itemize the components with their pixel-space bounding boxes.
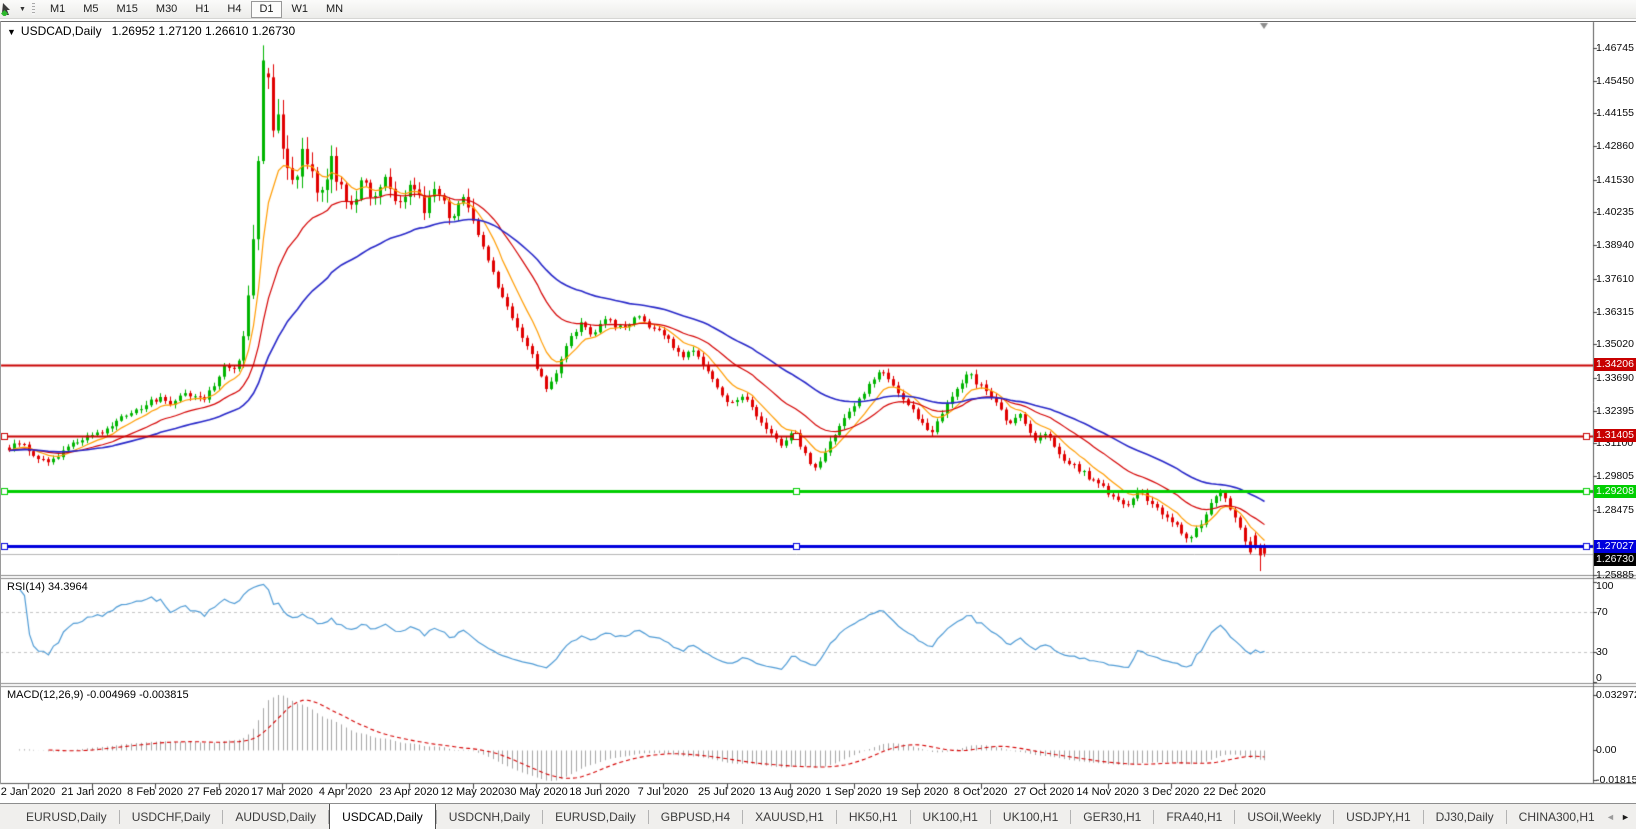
timeframe-button-m1[interactable]: M1 [42, 1, 73, 18]
rsi-indicator-label: RSI(14) 34.3964 [7, 581, 88, 593]
symbol-tab-eurusd-daily[interactable]: EURUSD,Daily [543, 804, 648, 829]
timeframe-button-m5[interactable]: M5 [75, 1, 106, 18]
price-chart-canvas[interactable] [0, 0, 1636, 829]
date-axis-label: 1 Sep 2020 [825, 786, 881, 798]
date-axis-label: 19 Sep 2020 [886, 786, 948, 798]
rsi-axis-label: 30 [1596, 646, 1608, 658]
date-axis-label: 8 Feb 2020 [127, 786, 183, 798]
macd-axis-label: -0.018154 [1596, 774, 1636, 786]
symbol-tab-usdcad-daily[interactable]: USDCAD,Daily [329, 803, 436, 829]
symbol-tab-audusd-daily[interactable]: AUDUSD,Daily [223, 804, 328, 829]
macd-indicator-label: MACD(12,26,9) -0.004969 -0.003815 [7, 689, 189, 701]
chart-symbol-period: USDCAD,Daily [21, 24, 102, 38]
date-axis-label: 12 May 2020 [441, 786, 505, 798]
price-badge: 1.27027 [1594, 540, 1636, 553]
price-axis-label: 1.36315 [1596, 306, 1634, 318]
toolbar-grip [32, 3, 35, 15]
timeframe-button-w1[interactable]: W1 [284, 1, 317, 18]
symbol-tab-uk100-h1[interactable]: UK100,H1 [991, 804, 1070, 829]
rsi-axis-label: 0 [1596, 672, 1602, 684]
date-axis-label: 21 Jan 2020 [61, 786, 122, 798]
date-axis-label: 8 Oct 2020 [954, 786, 1008, 798]
date-axis-label: 27 Feb 2020 [188, 786, 250, 798]
price-axis-label: 1.29805 [1596, 470, 1634, 482]
symbol-tab-dj30-daily[interactable]: DJ30,Daily [1424, 804, 1506, 829]
rsi-axis-label: 70 [1596, 606, 1608, 618]
chart-title: ▼ USDCAD,Daily 1.26952 1.27120 1.26610 1.2… [7, 24, 295, 38]
tab-scroll-left-icon[interactable]: ◄ [1606, 812, 1615, 822]
symbol-tab-uk100-h1[interactable]: UK100,H1 [911, 804, 990, 829]
chart-window-left-border [0, 21, 1, 784]
symbol-tab-bar: EURUSD,DailyUSDCHF,DailyAUDUSD,DailyUSDC… [0, 803, 1636, 829]
chart-cursor-icon[interactable] [1, 2, 17, 16]
date-axis-label: 13 Aug 2020 [759, 786, 821, 798]
price-axis-label: 1.28475 [1596, 504, 1634, 516]
date-axis-label: 17 Mar 2020 [251, 786, 313, 798]
price-axis-label: 1.41530 [1596, 174, 1634, 186]
symbol-tab-usoil-weekly[interactable]: USOil,Weekly [1235, 804, 1333, 829]
symbol-tab-eurusd-daily[interactable]: EURUSD,Daily [14, 804, 119, 829]
timeframe-button-d1[interactable]: D1 [251, 1, 281, 18]
timeframe-button-m15[interactable]: M15 [109, 1, 146, 18]
symbol-tab-usdchf-daily[interactable]: USDCHF,Daily [120, 804, 223, 829]
date-axis-label: 22 Dec 2020 [1203, 786, 1265, 798]
date-axis-label: 3 Dec 2020 [1143, 786, 1199, 798]
symbol-tab-gbpusd-h4[interactable]: GBPUSD,H4 [649, 804, 742, 829]
date-axis-label: 7 Jul 2020 [638, 786, 689, 798]
trading-platform-window: ▼ M1M5M15M30H1H4D1W1MN ▼ USDCAD,Daily 1.26… [0, 0, 1636, 829]
date-axis-label: 27 Oct 2020 [1014, 786, 1074, 798]
date-axis-label: 4 Apr 2020 [319, 786, 372, 798]
chart-title-caret-icon: ▼ [7, 27, 16, 37]
timeframe-toolbar: ▼ M1M5M15M30H1H4D1W1MN [0, 0, 1636, 19]
toolbar-dropdown-caret[interactable]: ▼ [19, 6, 26, 13]
timeframe-button-h1[interactable]: H1 [187, 1, 217, 18]
price-axis-label: 1.32395 [1596, 405, 1634, 417]
price-axis-label: 1.44155 [1596, 107, 1634, 119]
price-badge: 1.34206 [1594, 358, 1636, 371]
timeframe-button-m30[interactable]: M30 [148, 1, 185, 18]
price-axis-label: 1.35020 [1596, 338, 1634, 350]
price-axis-label: 1.45450 [1596, 75, 1634, 87]
macd-axis-label: 0.00 [1596, 744, 1616, 756]
symbol-tab-ger30-h1[interactable]: GER30,H1 [1071, 804, 1153, 829]
timeframe-buttons: M1M5M15M30H1H4D1W1MN [41, 1, 352, 18]
price-axis-label: 1.40235 [1596, 206, 1634, 218]
price-badge: 1.29208 [1594, 485, 1636, 498]
price-axis-label: 1.37610 [1596, 273, 1634, 285]
symbol-tab-fra40-h1[interactable]: FRA40,H1 [1154, 804, 1234, 829]
date-axis-label: 30 May 2020 [504, 786, 568, 798]
price-axis-label: 1.42860 [1596, 140, 1634, 152]
tab-scroll-right-icon[interactable]: ► [1621, 812, 1630, 822]
price-axis-label: 1.46745 [1596, 42, 1634, 54]
price-badge: 1.26730 [1594, 553, 1636, 566]
price-axis-label: 1.38940 [1596, 239, 1634, 251]
date-axis-label: 25 Jul 2020 [698, 786, 755, 798]
chart-window-top-border [0, 21, 1636, 22]
symbol-tab-usdcnh-daily[interactable]: USDCNH,Daily [437, 804, 542, 829]
chart-ohlc-values: 1.26952 1.27120 1.26610 1.26730 [112, 24, 296, 38]
timeframe-button-mn[interactable]: MN [318, 1, 351, 18]
date-axis-label: 23 Apr 2020 [379, 786, 438, 798]
price-badge: 1.31405 [1594, 429, 1636, 442]
date-axis-label: 18 Jun 2020 [569, 786, 630, 798]
date-axis-label: 2 Jan 2020 [1, 786, 55, 798]
symbol-tab-usdjpy-h1[interactable]: USDJPY,H1 [1334, 804, 1422, 829]
rsi-axis-label: 100 [1596, 580, 1614, 592]
symbol-tab-xauusd-h1[interactable]: XAUUSD,H1 [743, 804, 836, 829]
symbol-tab-china300-h1[interactable]: CHINA300,H1 [1507, 804, 1607, 829]
symbol-tab-hk50-h1[interactable]: HK50,H1 [837, 804, 910, 829]
date-axis-label: 14 Nov 2020 [1076, 786, 1138, 798]
macd-axis-label: 0.032972 [1596, 689, 1636, 701]
tab-scroll-arrows: ◄ ► [1600, 804, 1636, 829]
price-axis-label: 1.33690 [1596, 372, 1634, 384]
timeframe-button-h4[interactable]: H4 [219, 1, 249, 18]
